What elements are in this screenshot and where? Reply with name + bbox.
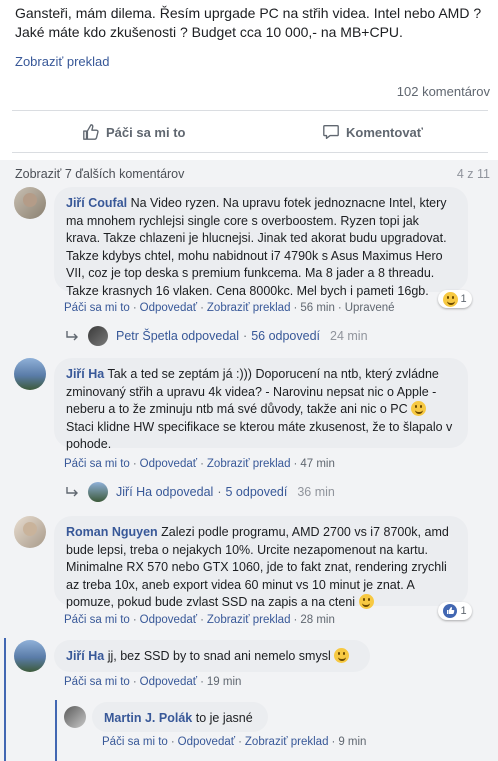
avatar[interactable]: [14, 516, 46, 548]
avatar[interactable]: [14, 640, 46, 672]
like-label: Páči sa mi to: [106, 124, 186, 140]
comment-meta: Páči sa mi to · Odpovedať · Zobraziť preklad…: [64, 458, 335, 470]
reply-action: odpovedal: [181, 329, 240, 343]
comment-author[interactable]: Jiří Ha: [66, 367, 104, 381]
divider: [12, 110, 488, 111]
like-button[interactable]: Páči sa mi to: [82, 112, 185, 152]
replies-summary[interactable]: Jiří Ha odpovedal · 5 odpovedí 36 min: [66, 482, 335, 502]
comment-reply-link[interactable]: Odpovedať: [178, 736, 235, 748]
comment-meta: Páči sa mi to · Odpovedať · 19 min: [64, 676, 242, 688]
comment-reply-link[interactable]: Odpovedať: [140, 302, 197, 314]
reaction-count: 1: [460, 605, 467, 617]
smile-emoji-icon: [411, 401, 427, 416]
reaction-count: 1: [460, 293, 467, 305]
comment-translate-link[interactable]: Zobraziť preklad: [245, 736, 329, 748]
comment-time[interactable]: 19 min: [207, 676, 242, 688]
comment-meta: Páči sa mi to · Odpovedať · Zobraziť preklad…: [64, 614, 335, 626]
laughing-emoji-icon: [443, 291, 459, 307]
edited-label[interactable]: Upravené: [345, 302, 395, 314]
reply-count: 5 odpovedí: [225, 485, 288, 499]
comment-time[interactable]: 9 min: [338, 736, 366, 748]
comment-author[interactable]: Martin J. Polák: [104, 711, 192, 725]
comment-reply-link[interactable]: Odpovedať: [140, 614, 197, 626]
comment-text: to je jasné: [195, 711, 253, 725]
view-more-comments-link[interactable]: Zobraziť 7 ďalších komentárov: [15, 167, 184, 181]
comment-like-link[interactable]: Páči sa mi to: [64, 614, 130, 626]
thumbs-up-icon: [83, 124, 99, 140]
comment-author[interactable]: Jiří Coufal: [66, 196, 127, 210]
reply-time: 24 min: [330, 329, 368, 343]
reply-arrow-icon: [66, 487, 78, 497]
comment-time[interactable]: 28 min: [300, 614, 335, 626]
comment-text: jj, bez SSD by to snad ani nemelo smysl: [107, 649, 331, 663]
comments-section: Zobraziť 7 ďalších komentárov 4 z 11 Jiř…: [0, 160, 498, 761]
avatar: [88, 482, 108, 502]
comment-bubble: Jiří Ha jj, bez SSD by to snad ani nemel…: [54, 640, 370, 672]
divider: [12, 152, 488, 153]
comment-like-link[interactable]: Páči sa mi to: [64, 458, 130, 470]
comment-count[interactable]: 102 komentárov: [397, 84, 490, 99]
reply-action: odpovedal: [155, 485, 214, 499]
comment-bubble: Jiří Ha Tak a ted se zeptám já :))) Dopo…: [54, 358, 468, 451]
grin-emoji-icon: [334, 648, 350, 663]
comment-button[interactable]: Komentovať: [322, 112, 423, 152]
reply-author: Petr Špetla: [116, 329, 178, 343]
post-actions: Páči sa mi to Komentovať: [0, 112, 498, 152]
comment-translate-link[interactable]: Zobraziť preklad: [207, 302, 291, 314]
comment-bubble: Jiří Coufal Na Video ryzen. Na upravu fo…: [54, 187, 468, 298]
comment-text: Tak a ted se zeptám já :))) Doporucení n…: [66, 367, 439, 416]
reaction-badge[interactable]: 1: [438, 290, 472, 308]
comment-bubble: Martin J. Polák to je jasné: [92, 702, 268, 732]
comment-text: Na Video ryzen. Na upravu fotek jednozna…: [66, 196, 447, 298]
comment-reply-link[interactable]: Odpovedať: [140, 676, 197, 688]
reply-count: 56 odpovedí: [251, 329, 321, 343]
thread-indicator: [4, 638, 6, 761]
thread-indicator: [55, 700, 57, 761]
post-text: Gansteři, mám dilema. Řesím uprgade PC n…: [15, 5, 482, 40]
comment-translate-link[interactable]: Zobraziť preklad: [207, 614, 291, 626]
avatar[interactable]: [14, 187, 46, 219]
post-translate-link[interactable]: Zobraziť preklad: [15, 54, 109, 69]
reply-author: Jiří Ha: [116, 485, 153, 499]
comment-meta: Páči sa mi to · Odpovedať · Zobraziť preklad…: [64, 302, 395, 314]
replies-summary[interactable]: Petr Špetla odpovedal · 56 odpovedí 24 min: [66, 326, 368, 346]
comment-meta: Páči sa mi to · Odpovedať · Zobraziť preklad…: [102, 736, 367, 748]
comment-label: Komentovať: [346, 124, 424, 140]
smile-emoji-icon: [358, 594, 374, 609]
comment-time[interactable]: 47 min: [300, 458, 335, 470]
comment-text-tail: Staci klidne HW specifikace se kterou má…: [66, 419, 453, 452]
comment-paging: 4 z 11: [456, 167, 490, 181]
avatar[interactable]: [64, 706, 86, 728]
comment-icon: [323, 125, 339, 139]
like-reaction-icon: [443, 604, 458, 618]
comment-like-link[interactable]: Páči sa mi to: [64, 302, 130, 314]
comment-reply-link[interactable]: Odpovedať: [140, 458, 197, 470]
comment-translate-link[interactable]: Zobraziť preklad: [207, 458, 291, 470]
comment-author[interactable]: Roman Nguyen: [66, 525, 158, 539]
avatar: [88, 326, 108, 346]
comment-like-link[interactable]: Páči sa mi to: [102, 736, 168, 748]
comment-like-link[interactable]: Páči sa mi to: [64, 676, 130, 688]
reply-time: 36 min: [297, 485, 335, 499]
comment-time[interactable]: 56 min: [300, 302, 335, 314]
comment-author[interactable]: Jiří Ha: [66, 649, 104, 663]
comment-bubble: Roman Nguyen Zalezi podle programu, AMD …: [54, 516, 468, 609]
avatar[interactable]: [14, 358, 46, 390]
reply-arrow-icon: [66, 331, 78, 341]
reaction-badge[interactable]: 1: [438, 602, 472, 620]
